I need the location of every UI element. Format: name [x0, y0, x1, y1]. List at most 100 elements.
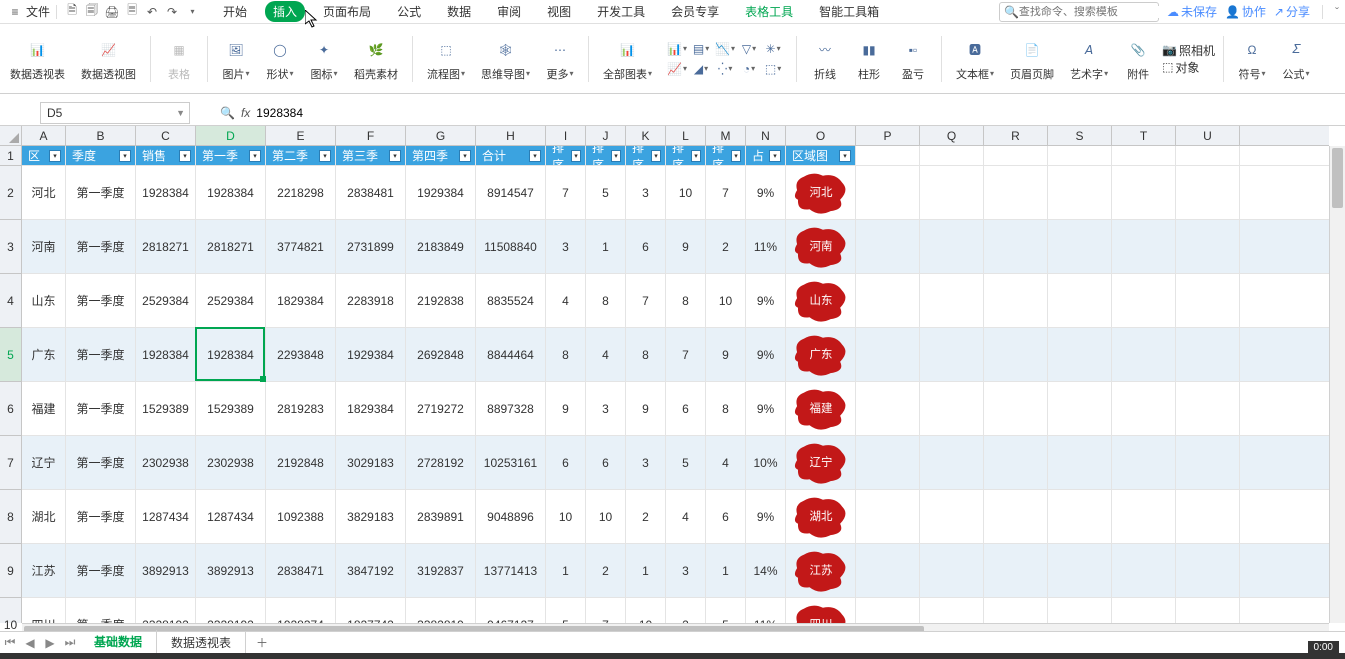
cell[interactable]: 2218298: [266, 166, 336, 219]
cell[interactable]: 1829384: [266, 274, 336, 327]
cell[interactable]: 3892913: [196, 544, 266, 597]
tab-页面布局[interactable]: 页面布局: [315, 1, 379, 22]
cell[interactable]: 2: [666, 598, 706, 623]
cell[interactable]: [1112, 490, 1176, 543]
cell[interactable]: 湖北: [22, 490, 66, 543]
attach-button[interactable]: 📎附件: [1118, 29, 1158, 89]
row-header-2[interactable]: 2: [0, 166, 21, 220]
print-icon[interactable]: 🖨: [103, 3, 121, 21]
cell[interactable]: [1048, 490, 1112, 543]
cell[interactable]: [856, 382, 920, 435]
fx-icon[interactable]: fx: [241, 106, 250, 120]
cell[interactable]: 9%: [746, 490, 786, 543]
cell[interactable]: [1048, 382, 1112, 435]
cell[interactable]: [1176, 382, 1240, 435]
filter-icon[interactable]: ▾: [249, 150, 261, 162]
cell[interactable]: [1048, 220, 1112, 273]
cell[interactable]: [920, 544, 984, 597]
chart-combo-icon[interactable]: ⬚: [762, 60, 784, 78]
col-header-M[interactable]: M: [706, 126, 746, 145]
cell[interactable]: 9: [666, 220, 706, 273]
cell[interactable]: 9%: [746, 382, 786, 435]
cell[interactable]: 2838471: [266, 544, 336, 597]
cell[interactable]: 山东: [22, 274, 66, 327]
cell[interactable]: [1176, 436, 1240, 489]
pivot-chart-button[interactable]: 📈数据透视图: [75, 29, 142, 89]
filter-icon[interactable]: ▾: [691, 150, 701, 162]
header-cell[interactable]: [984, 146, 1048, 165]
cell[interactable]: 1928384: [196, 328, 266, 381]
cell[interactable]: 第一季度: [66, 490, 136, 543]
cell[interactable]: 2819283: [266, 382, 336, 435]
cell[interactable]: [1112, 274, 1176, 327]
cell[interactable]: 10: [706, 274, 746, 327]
cell[interactable]: 3: [546, 220, 586, 273]
share-link[interactable]: ↗分享: [1274, 3, 1310, 20]
sheet-tab-pivot[interactable]: 数据透视表: [157, 631, 246, 654]
cell[interactable]: 3: [666, 544, 706, 597]
cell[interactable]: 四川: [786, 598, 856, 623]
cell[interactable]: 2: [626, 490, 666, 543]
cell[interactable]: 6: [666, 382, 706, 435]
cell[interactable]: 第一季度: [66, 598, 136, 623]
cell[interactable]: 1928384: [136, 328, 196, 381]
cell[interactable]: 8844464: [476, 328, 546, 381]
cell[interactable]: [1176, 490, 1240, 543]
tab-插入[interactable]: 插入: [265, 1, 305, 22]
cell[interactable]: 河南: [22, 220, 66, 273]
search-fn-icon[interactable]: 🔍: [220, 106, 235, 120]
row-header-3[interactable]: 3: [0, 220, 21, 274]
tab-审阅[interactable]: 审阅: [489, 1, 529, 22]
mindmap-button[interactable]: 🕸思维导图: [475, 29, 536, 89]
cell[interactable]: 3847192: [336, 544, 406, 597]
cell[interactable]: 1529389: [136, 382, 196, 435]
cell[interactable]: [1048, 598, 1112, 623]
cell[interactable]: 8: [706, 382, 746, 435]
cell[interactable]: [1112, 598, 1176, 623]
sparkline-col-button[interactable]: ▮▮柱形: [849, 29, 889, 89]
cell[interactable]: 3: [586, 382, 626, 435]
cell[interactable]: [856, 490, 920, 543]
more-button[interactable]: ⋯更多: [540, 29, 580, 89]
menu-icon[interactable]: ≡: [6, 3, 24, 21]
filter-icon[interactable]: ▾: [651, 150, 661, 162]
cell[interactable]: 8: [666, 274, 706, 327]
cell[interactable]: [984, 544, 1048, 597]
tab-视图[interactable]: 视图: [539, 1, 579, 22]
cell[interactable]: 3192837: [406, 544, 476, 597]
cell[interactable]: [1176, 598, 1240, 623]
cell[interactable]: 第一季度: [66, 436, 136, 489]
assets-button[interactable]: 🌿稻壳素材: [348, 29, 404, 89]
cell[interactable]: 2: [706, 220, 746, 273]
cell[interactable]: 1929384: [406, 166, 476, 219]
header-cell[interactable]: 排序▾: [586, 146, 626, 165]
cell[interactable]: [920, 274, 984, 327]
cell[interactable]: [1176, 166, 1240, 219]
cell[interactable]: 第一季度: [66, 220, 136, 273]
cell[interactable]: [1048, 274, 1112, 327]
tab-会员专享[interactable]: 会员专享: [663, 1, 727, 22]
print-layout-icon[interactable]: 🗏: [123, 3, 141, 21]
cell[interactable]: 4: [586, 328, 626, 381]
cell[interactable]: 辽宁: [22, 436, 66, 489]
add-sheet-button[interactable]: ＋: [246, 634, 278, 651]
unsaved-link[interactable]: ☁未保存: [1167, 3, 1217, 20]
filter-icon[interactable]: ▾: [839, 150, 851, 162]
cell[interactable]: 11%: [746, 598, 786, 623]
chart-radar-icon[interactable]: ✳: [762, 40, 784, 58]
cell[interactable]: 3829183: [336, 490, 406, 543]
cell[interactable]: 9: [546, 382, 586, 435]
cell[interactable]: 7: [546, 166, 586, 219]
sheet-nav-next-icon[interactable]: ▶: [40, 636, 60, 650]
cell[interactable]: 4: [706, 436, 746, 489]
col-header-H[interactable]: H: [476, 126, 546, 145]
cell[interactable]: 2192838: [406, 274, 476, 327]
cell[interactable]: 1287434: [196, 490, 266, 543]
row-header-7[interactable]: 7: [0, 436, 21, 490]
cell[interactable]: 第一季度: [66, 166, 136, 219]
select-all-corner[interactable]: [0, 126, 22, 146]
shapes-button[interactable]: ◯形状: [260, 29, 300, 89]
cell[interactable]: 第一季度: [66, 274, 136, 327]
cell[interactable]: 福建: [786, 382, 856, 435]
all-charts-button[interactable]: 📊全部图表: [597, 29, 658, 89]
